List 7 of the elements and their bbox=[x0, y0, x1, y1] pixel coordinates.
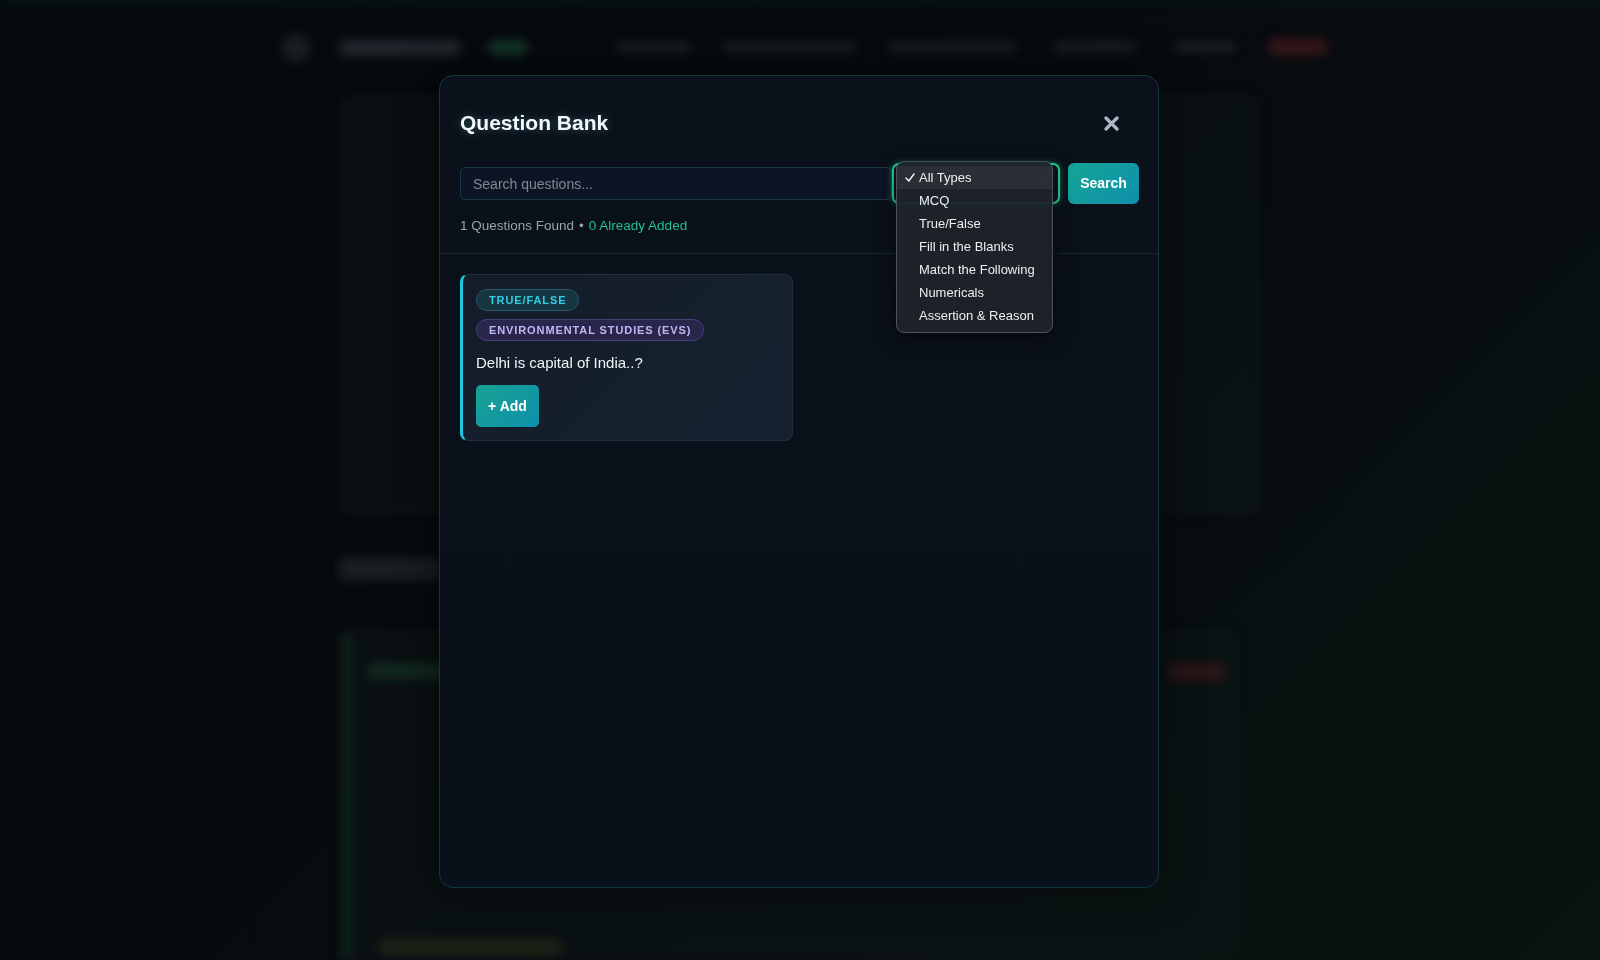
added-count: 0 Already Added bbox=[588, 217, 688, 235]
type-tag: TRUE/FALSE bbox=[476, 289, 580, 311]
results-count: 1 Questions Found bbox=[460, 217, 575, 235]
separator-dot: • bbox=[579, 217, 584, 235]
modal-title: Question Bank bbox=[460, 110, 609, 136]
subject-tag: ENVIRONMENTAL STUDIES (EVS) bbox=[476, 319, 705, 341]
question-text: Delhi is capital of India..? bbox=[476, 353, 643, 373]
